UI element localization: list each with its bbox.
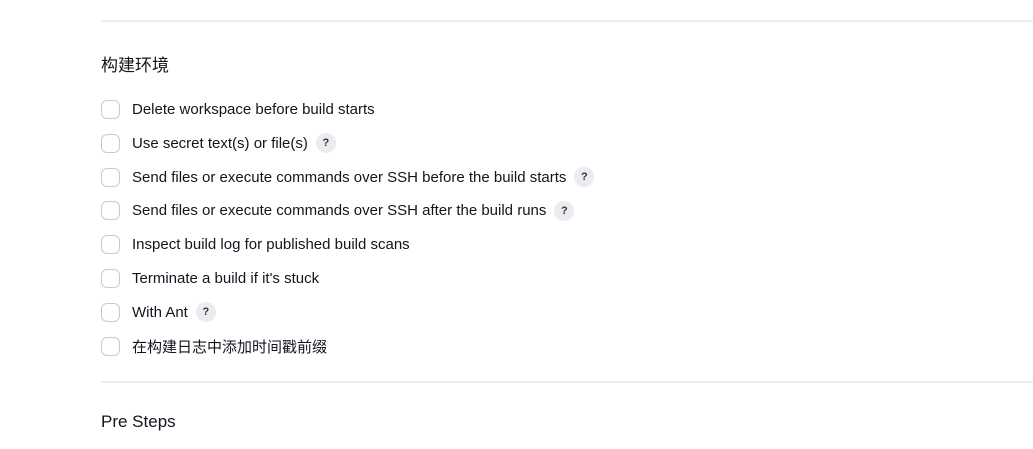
option-label[interactable]: Send files or execute commands over SSH … — [132, 169, 566, 186]
option-label[interactable]: Terminate a build if it's stuck — [132, 270, 319, 287]
ssh-after-build-checkbox[interactable] — [101, 201, 120, 221]
option-delete-workspace: Delete workspace before build starts — [101, 98, 594, 121]
option-label[interactable]: Delete workspace before build starts — [132, 101, 375, 118]
option-timestamp-prefix: 在构建日志中添加时间戳前缀 — [101, 335, 594, 358]
option-ssh-before-build: Send files or execute commands over SSH … — [101, 166, 595, 189]
help-icon[interactable]: ? — [554, 200, 575, 221]
option-label[interactable]: Send files or execute commands over SSH … — [132, 202, 546, 219]
option-inspect-build-log: Inspect build log for published build sc… — [101, 233, 594, 256]
help-icon[interactable]: ? — [315, 133, 336, 154]
option-terminate-stuck: Terminate a build if it's stuck — [101, 267, 594, 290]
option-label[interactable]: 在构建日志中添加时间戳前缀 — [132, 336, 327, 357]
option-use-secret: Use secret text(s) or file(s) ? — [101, 132, 594, 155]
option-label[interactable]: Use secret text(s) or file(s) — [132, 135, 308, 152]
use-secret-checkbox[interactable] — [101, 133, 120, 153]
ssh-before-build-checkbox[interactable] — [101, 167, 120, 187]
option-label[interactable]: Inspect build log for published build sc… — [132, 236, 410, 253]
terminate-stuck-checkbox[interactable] — [101, 268, 120, 288]
option-with-ant: With Ant ? — [101, 301, 594, 324]
help-icon[interactable]: ? — [195, 302, 216, 323]
option-label[interactable]: With Ant — [132, 304, 188, 321]
section-divider — [101, 20, 1033, 22]
config-page: 构建环境 Delete workspace before build start… — [0, 0, 1033, 449]
delete-workspace-checkbox[interactable] — [101, 100, 120, 119]
option-ssh-after-build: Send files or execute commands over SSH … — [101, 199, 594, 222]
pre-steps-title: Pre Steps — [101, 412, 176, 431]
timestamp-prefix-checkbox[interactable] — [101, 336, 120, 356]
build-environment-options: Delete workspace before build starts Use… — [101, 98, 595, 368]
section-divider — [101, 381, 1033, 383]
with-ant-checkbox[interactable] — [101, 302, 120, 322]
help-icon[interactable]: ? — [574, 167, 595, 188]
build-environment-title: 构建环境 — [101, 56, 169, 75]
inspect-build-log-checkbox[interactable] — [101, 235, 120, 255]
